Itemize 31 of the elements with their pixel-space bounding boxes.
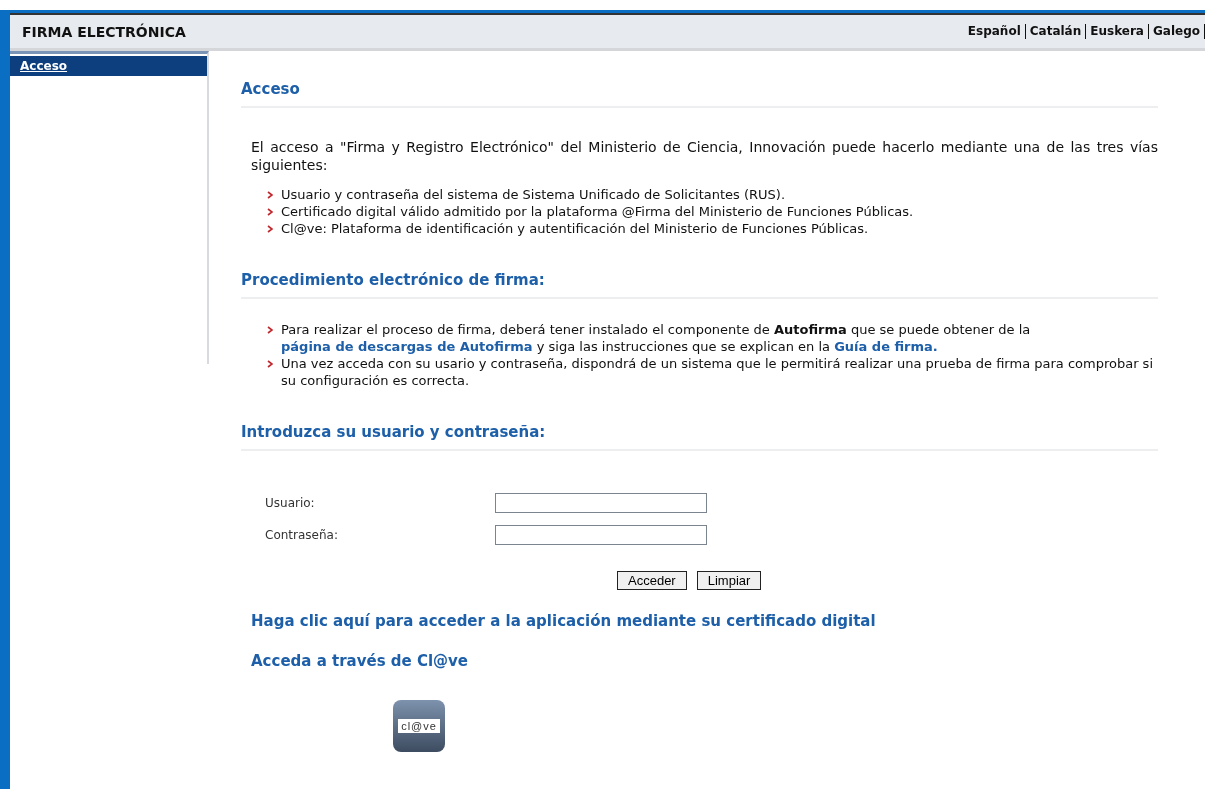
- intro-paragraph: El acceso a "Firma y Registro Electrónico" del Ministerio de Ciencia, Innovación puede hacerlo mediante una de las tres vías siguientes:: [251, 138, 1158, 174]
- section-heading: Introduzca su usuario y contraseña:: [241, 423, 1158, 451]
- inline-link[interactable]: página de descargas de Autofirma: [281, 339, 533, 354]
- sidebar-item[interactable]: Acceso: [10, 56, 207, 76]
- section-heading: Acceso: [241, 80, 1158, 108]
- input-field[interactable]: [495, 493, 707, 513]
- list-item-text: Para realizar el proceso de firma, deberá tener instalado el componente de Autofirma que se puede obtener de la página de descargas de Autofirma y siga las instrucciones que se explican en la Guía de firma.: [281, 321, 1032, 355]
- form-button[interactable]: Acceder: [617, 571, 687, 590]
- bullet-icon: [267, 225, 273, 233]
- site-title: FIRMA ELECTRÓNICA: [22, 23, 186, 40]
- language-link[interactable]: Español: [963, 24, 1026, 39]
- bullet-icon: [267, 326, 273, 334]
- language-link[interactable]: Euskera: [1086, 24, 1149, 39]
- bullet-icon: [267, 191, 273, 199]
- form-button[interactable]: Limpiar: [696, 571, 762, 590]
- list-item-text: Una vez acceda con su usario y contraseña, dispondrá de un sistema que le permitirá realizar una prueba de firma para comprobar si su configuración es correcta.: [281, 355, 1154, 389]
- clave-logo[interactable]: cl@ve: [393, 700, 445, 752]
- language-link[interactable]: Catalán: [1025, 24, 1087, 39]
- inline-link[interactable]: Guía de firma.: [834, 339, 938, 354]
- list-item-text: Cl@ve: Plataforma de identificación y autentificación del Ministerio de Funciones Públicas.: [281, 220, 869, 237]
- list-item-text: Certificado digital válido admitido por la plataforma @Firma del Ministerio de Funciones Públicas.: [281, 203, 914, 220]
- list-item-text: Usuario y contraseña del sistema de Sistema Unificado de Solicitantes (RUS).: [281, 186, 786, 203]
- access-link[interactable]: Haga clic aquí para acceder a la aplicación mediante su certificado digital: [251, 612, 1158, 630]
- bullet-icon: [267, 360, 273, 368]
- access-link[interactable]: Acceda a través de Cl@ve: [251, 652, 1158, 670]
- field-label: Contraseña:: [265, 528, 339, 542]
- language-link[interactable]: Galego: [1148, 24, 1205, 39]
- bullet-icon: [267, 208, 273, 216]
- section-heading: Procedimiento electrónico de firma:: [241, 271, 1158, 299]
- field-label: Usuario:: [265, 496, 316, 510]
- input-field[interactable]: [495, 525, 707, 545]
